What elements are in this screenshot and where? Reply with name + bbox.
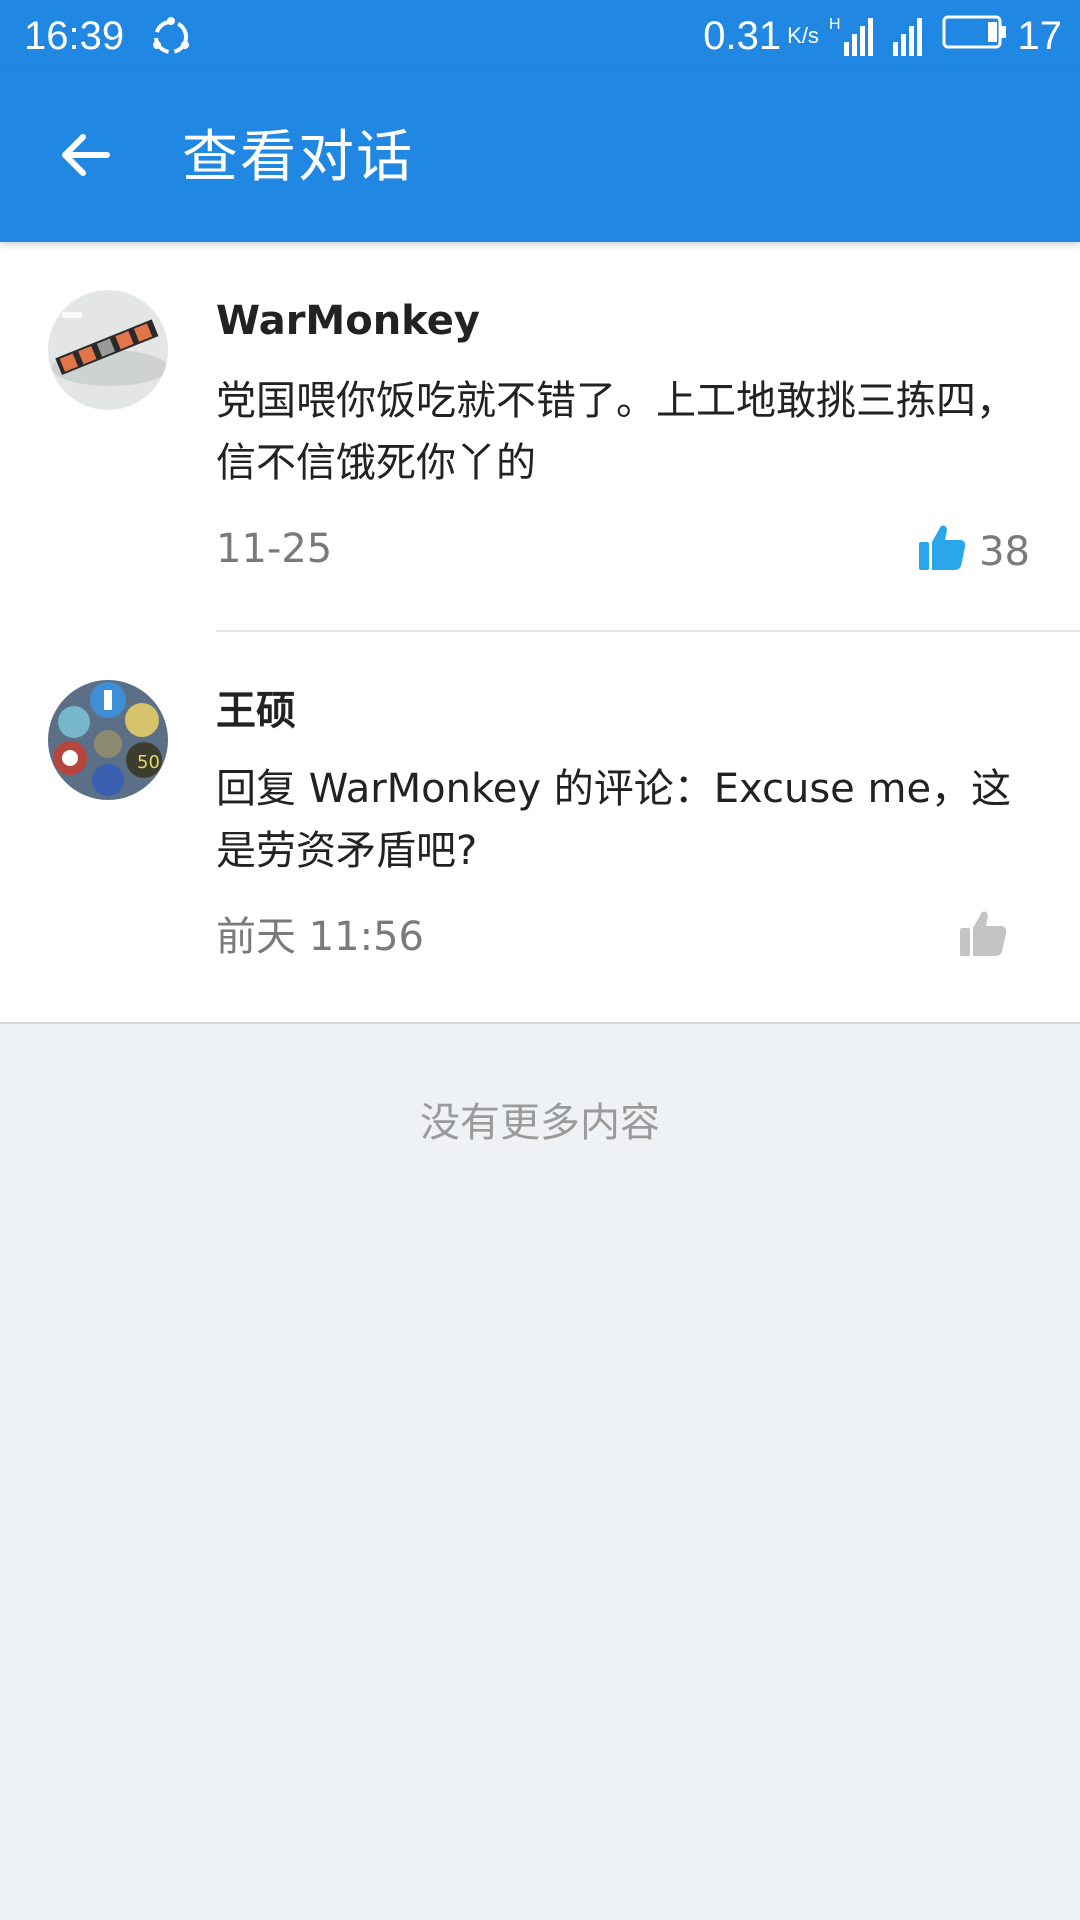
comment-text: 党国喂你饭吃就不错了。上工地敢挑三拣四，信不信饿死你丫的 bbox=[216, 378, 1016, 486]
comment-text: 回复 WarMonkey 的评论：Excuse me，这是劳资矛盾吧? bbox=[216, 766, 1012, 874]
comment-time: 前天 11:56 bbox=[216, 914, 424, 960]
conversation-list: WarMonkey 党国喂你饭吃就不错了。上工地敢挑三拣四，信不信饿死你丫的 1… bbox=[0, 242, 1080, 1024]
comment-time: 11-25 bbox=[216, 526, 333, 572]
back-button[interactable] bbox=[44, 116, 126, 198]
no-more-content-label: 没有更多内容 bbox=[420, 1100, 660, 1146]
avatar[interactable] bbox=[48, 290, 168, 410]
back-arrow-icon bbox=[59, 129, 111, 185]
network-type: H bbox=[828, 16, 841, 33]
page-title: 查看对话 bbox=[182, 125, 414, 190]
app-bar: 查看对话 bbox=[0, 72, 1080, 242]
battery-icon bbox=[942, 14, 1008, 59]
net-speed-unit: K/s bbox=[787, 23, 819, 48]
svg-text:50: 50 bbox=[137, 752, 160, 773]
thumbs-up-icon bbox=[958, 908, 1008, 968]
comment-author[interactable]: 王硕 bbox=[216, 686, 296, 736]
comment-author[interactable]: WarMonkey bbox=[216, 296, 480, 346]
status-bar: 16:39 0.31 K/s H 17 bbox=[0, 0, 1080, 72]
like-button[interactable] bbox=[958, 908, 1020, 968]
avatar[interactable]: 50 bbox=[48, 680, 168, 800]
like-count: 38 bbox=[979, 529, 1030, 575]
status-right: 0.31 K/s H 17 bbox=[703, 14, 1062, 58]
signal-icon: H bbox=[829, 16, 873, 56]
comment-item: 50 王硕 回复 WarMonkey 的评论：Excuse me，这是劳资矛盾吧… bbox=[0, 632, 1080, 1022]
thumbs-up-icon bbox=[917, 522, 967, 582]
comment-item: WarMonkey 党国喂你饭吃就不错了。上工地敢挑三拣四，信不信饿死你丫的 1… bbox=[0, 242, 1080, 632]
sync-icon bbox=[148, 14, 194, 60]
status-time: 16:39 bbox=[24, 14, 125, 58]
like-button[interactable]: 38 bbox=[917, 522, 1030, 582]
battery-level: 17 bbox=[1017, 13, 1063, 58]
signal-icon-2 bbox=[892, 16, 922, 56]
net-speed: 0.31 bbox=[703, 13, 782, 58]
